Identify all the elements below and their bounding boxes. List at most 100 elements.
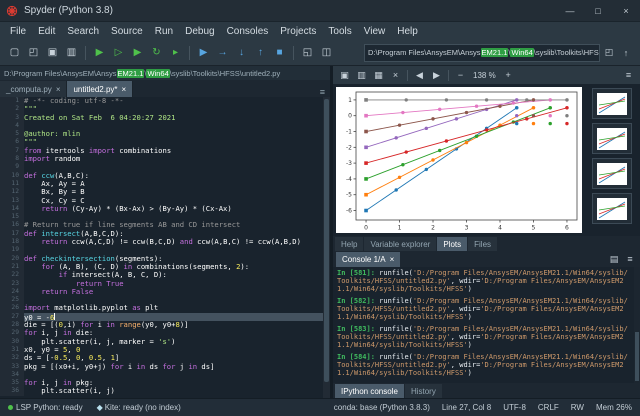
spyder-logo — [6, 5, 18, 16]
spyder-window: Spyder (Python 3.8) — □ × File Edit Search… — [0, 0, 640, 416]
line-number: 21 — [0, 262, 24, 272]
menu-item-source[interactable]: Source — [105, 26, 149, 37]
browse-directory-icon[interactable]: ◰ — [601, 47, 617, 58]
svg-text:4: 4 — [498, 225, 502, 232]
code-line-text: @author: mlin — [24, 129, 81, 139]
zoom-level: 138 % — [473, 70, 496, 80]
remove-plot-icon[interactable]: × — [388, 70, 403, 80]
maximize-pane-icon[interactable]: ◱ — [299, 44, 316, 61]
step-over-icon[interactable]: → — [214, 44, 231, 61]
tab-variable-explorer[interactable]: Variable explorer — [364, 237, 437, 251]
tab-history[interactable]: History — [404, 384, 442, 398]
tab-ipython-console[interactable]: IPython console — [335, 384, 404, 398]
menu-item-consoles[interactable]: Consoles — [221, 26, 275, 37]
menu-item-file[interactable]: File — [4, 26, 32, 37]
menu-item-search[interactable]: Search — [61, 26, 105, 37]
scrollbar-thumb[interactable] — [635, 332, 639, 381]
editor-tab-untitled2py[interactable]: untitled2.py* × — [67, 81, 134, 97]
line-number: 4 — [0, 121, 24, 131]
previous-plot-icon[interactable]: ◀ — [412, 70, 427, 81]
code-line: 18 return ccw(A,C,D) != ccw(B,C,D) and c… — [0, 237, 330, 247]
close-tab-icon[interactable]: × — [56, 85, 61, 94]
scrollbar-thumb[interactable] — [324, 99, 329, 382]
console-scrollbar[interactable] — [634, 267, 640, 383]
menu-item-run[interactable]: Run — [149, 26, 179, 37]
editor-pane: D:\Program Files\AnsysEM\Ansys EM21.1 \ Win… — [0, 66, 330, 398]
path-segment: \syslib\Toolkits\HFSS\untitled2.py — [169, 68, 281, 78]
save-icon[interactable]: ▣ — [44, 44, 61, 61]
close-tab-icon[interactable]: × — [122, 85, 127, 94]
menu-item-tools[interactable]: Tools — [322, 26, 357, 37]
titlebar: Spyder (Python 3.8) — □ × — [0, 0, 640, 22]
minimize-button[interactable]: — — [556, 0, 584, 21]
run-selection-icon[interactable]: ▸ — [167, 44, 184, 61]
close-button[interactable]: × — [612, 0, 640, 21]
line-number: 7 — [0, 146, 24, 156]
run-cell-icon[interactable]: ▷ — [110, 44, 127, 61]
menu-item-debug[interactable]: Debug — [179, 26, 220, 37]
debug-file-icon[interactable]: ▶ — [195, 44, 212, 61]
save-all-icon[interactable]: ▥ — [63, 44, 80, 61]
editor-tab-computapy[interactable]: _computa.py × — [0, 81, 68, 97]
run-file-icon[interactable]: ▶ — [91, 44, 108, 61]
svg-text:0: 0 — [364, 225, 368, 232]
next-plot-icon[interactable]: ▶ — [429, 70, 444, 81]
copy-plot-icon[interactable]: ▦ — [371, 70, 386, 81]
zoom-in-icon[interactable]: + — [501, 70, 516, 80]
save-plot-icon[interactable]: ▣ — [337, 70, 352, 81]
tab-files[interactable]: Files — [468, 237, 498, 251]
menu-item-projects[interactable]: Projects — [274, 26, 322, 37]
line-number: 19 — [0, 246, 24, 255]
console-menu-icon[interactable]: ≡ — [623, 254, 637, 264]
code-line: 24 return False — [0, 287, 330, 297]
code-line-text: plt.scatter(i, j) — [24, 386, 115, 396]
plot-thumbnails — [586, 87, 637, 233]
line-number: 18 — [0, 238, 24, 247]
plot-thumbnail[interactable] — [591, 88, 632, 119]
code-line-text: return (Cy-Ay) * (Bx-Ax) > (By-Ay) * (Cx… — [41, 203, 232, 213]
parent-directory-icon[interactable]: ↑ — [618, 48, 634, 58]
step-return-icon[interactable]: ↑ — [252, 44, 269, 61]
console-options-icon[interactable]: ▤ — [607, 254, 621, 265]
line-number: 35 — [0, 379, 24, 388]
close-console-icon[interactable]: × — [390, 255, 395, 264]
run-cell-advance-icon[interactable]: ▶ — [129, 44, 146, 61]
menu-item-view[interactable]: View — [358, 26, 392, 37]
rerun-cell-icon[interactable]: ↻ — [148, 44, 165, 61]
plots-menu-icon[interactable]: ≡ — [621, 70, 636, 80]
zoom-out-icon[interactable]: − — [453, 70, 468, 80]
statusbar: LSP Python: ready ◆ Kite: ready (no index… — [0, 398, 640, 416]
tab-options-icon[interactable]: ≡ — [315, 87, 330, 97]
save-all-plots-icon[interactable]: ▥ — [354, 70, 369, 81]
console-tab[interactable]: Console 1/A × — [336, 251, 401, 267]
editor-scrollbar[interactable] — [323, 97, 330, 398]
line-number: 12 — [0, 188, 24, 197]
breadcrumb: D:\Program Files\AnsysEM\Ansys EM21.1 \ Win… — [0, 66, 330, 80]
stop-debug-icon[interactable]: ■ — [271, 44, 288, 61]
code-line: 14 return (Cy-Ay) * (Bx-Ax) > (By-Ay) * … — [0, 203, 330, 214]
line-number: 16 — [0, 221, 24, 230]
line-number: 32 — [0, 354, 24, 363]
line-number: 23 — [0, 279, 24, 288]
maximize-button[interactable]: □ — [584, 0, 612, 21]
working-directory-combobox[interactable]: D:\Program Files\AnsysEM\AnsysEM21.1\Win… — [364, 43, 600, 62]
plot-thumbnail[interactable] — [591, 123, 632, 154]
plot-thumbnail[interactable] — [591, 158, 632, 189]
open-file-icon[interactable]: ◰ — [25, 44, 42, 61]
window-title: Spyder (Python 3.8) — [24, 5, 113, 16]
kite-icon: ◆ — [96, 403, 103, 412]
new-file-icon[interactable]: ▢ — [6, 44, 23, 61]
menu-item-edit[interactable]: Edit — [32, 26, 61, 37]
menu-item-help[interactable]: Help — [391, 26, 424, 37]
code-editor[interactable]: 1 # -*- coding: utf-8 -*- 2 """ 3 Created on … — [0, 97, 330, 398]
plot-thumbnail[interactable] — [591, 193, 632, 224]
code-line: 36 plt.scatter(i, j) — [0, 386, 330, 396]
step-into-icon[interactable]: ↓ — [233, 44, 250, 61]
code-line-text: import matplotlib.pyplot as plt — [24, 303, 159, 313]
tab-help[interactable]: Help — [335, 237, 364, 251]
tab-plots[interactable]: Plots — [437, 237, 468, 251]
console-output[interactable]: In [581]: runfile('D:/Program Files/Ansy… — [333, 267, 640, 383]
layout-icon[interactable]: ◫ — [318, 44, 335, 61]
pane-tabbar: Help Variable explorer Plots Files — [333, 236, 640, 251]
editor-tabbar: _computa.py × untitled2.py* × ≡ — [0, 80, 330, 97]
